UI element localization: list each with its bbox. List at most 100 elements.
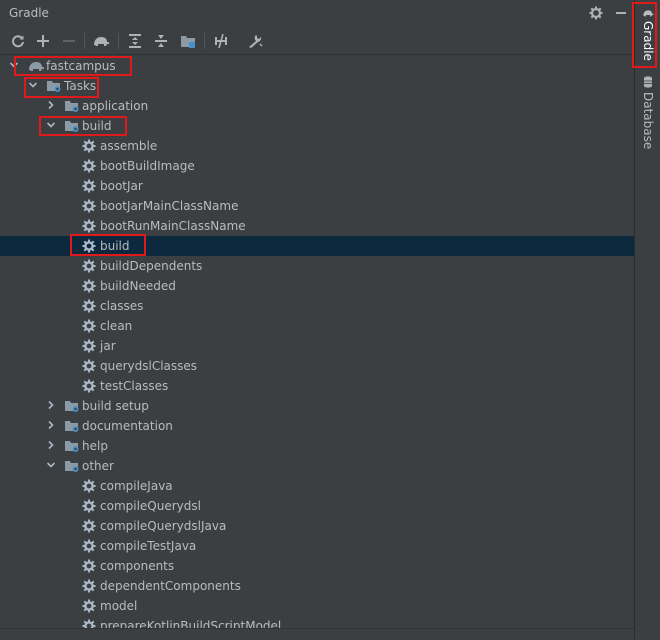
tree-task-item[interactable]: compileQuerydslJava	[0, 516, 634, 536]
tree-group-application[interactable]: application	[0, 96, 634, 116]
tree-item-label: bootBuildImage	[100, 159, 195, 173]
task-gear-icon	[82, 139, 98, 153]
folder-icon	[64, 399, 80, 413]
tree-task-item[interactable]: testClasses	[0, 376, 634, 396]
tool-window-title: Gradle	[9, 6, 49, 20]
tree-group-build-setup[interactable]: build setup	[0, 396, 634, 416]
remove-icon[interactable]	[59, 31, 79, 51]
tool-window-bottom-edge	[0, 628, 634, 640]
highlight-tasks	[24, 77, 99, 98]
folder-icon	[64, 439, 80, 453]
chevron-right-icon[interactable]	[46, 440, 56, 452]
tree-task-item[interactable]: jar	[0, 336, 634, 356]
tree-task-item[interactable]: model	[0, 596, 634, 616]
chevron-right-icon[interactable]	[46, 420, 56, 432]
tree-item-label: buildDependents	[100, 259, 203, 273]
task-gear-icon	[82, 539, 98, 553]
tree-task-item[interactable]: assemble	[0, 136, 634, 156]
tree-task-item[interactable]: compileTestJava	[0, 536, 634, 556]
tree-task-item[interactable]: clean	[0, 316, 634, 336]
tree-group-other[interactable]: other	[0, 456, 634, 476]
tree-item-label: bootRunMainClassName	[100, 219, 246, 233]
gear-icon[interactable]	[587, 4, 605, 22]
tree-task-item[interactable]: classes	[0, 296, 634, 316]
tool-window-header: Gradle	[0, 0, 634, 27]
tree-task-item[interactable]: bootJar	[0, 176, 634, 196]
task-gear-icon	[82, 279, 98, 293]
tree-item-label: compileTestJava	[100, 539, 197, 553]
tree-task-item[interactable]: buildDependents	[0, 256, 634, 276]
tree-item-label: clean	[100, 319, 133, 333]
tree-task-item[interactable]: bootBuildImage	[0, 156, 634, 176]
task-gear-icon	[82, 499, 98, 513]
tree-item-label: classes	[100, 299, 144, 313]
tab-database-label: Database	[641, 92, 655, 150]
tree-task-item[interactable]: bootJarMainClassName	[0, 196, 634, 216]
folder-icon	[64, 419, 80, 433]
tree-item-label: bootJarMainClassName	[100, 199, 239, 213]
chevron-right-icon[interactable]	[46, 100, 56, 112]
execute-task-icon[interactable]	[91, 31, 111, 51]
right-tool-window-bar: Gradle Database	[634, 0, 660, 639]
tab-database[interactable]: Database	[635, 76, 660, 150]
group-modules-icon[interactable]	[178, 31, 198, 51]
toolbar-separator	[118, 33, 119, 49]
minimize-icon[interactable]	[612, 4, 630, 22]
task-gear-icon	[82, 479, 98, 493]
expand-all-icon[interactable]	[125, 31, 145, 51]
tree-item-label: application	[82, 99, 149, 113]
tree-item-label: dependentComponents	[100, 579, 241, 593]
gradle-project-tree[interactable]: fastcampus Tasks application build assemble b…	[0, 55, 634, 639]
task-gear-icon	[82, 179, 98, 193]
tree-item-label: assemble	[100, 139, 158, 153]
add-icon[interactable]	[33, 31, 53, 51]
tree-task-item[interactable]: components	[0, 556, 634, 576]
chevron-right-icon[interactable]	[46, 400, 56, 412]
task-gear-icon	[82, 359, 98, 373]
task-gear-icon	[82, 379, 98, 393]
tree-item-label: bootJar	[100, 179, 143, 193]
task-gear-icon	[82, 339, 98, 353]
tree-item-label: help	[82, 439, 108, 453]
tree-task-item[interactable]: dependentComponents	[0, 576, 634, 596]
tree-item-label: buildNeeded	[100, 279, 176, 293]
tree-task-item[interactable]: buildNeeded	[0, 276, 634, 296]
task-gear-icon	[82, 579, 98, 593]
folder-icon	[64, 99, 80, 113]
tree-task-item[interactable]: bootRunMainClassName	[0, 216, 634, 236]
tree-item-label: testClasses	[100, 379, 169, 393]
build-tool-settings-icon[interactable]	[245, 31, 265, 51]
tree-item-label: other	[82, 459, 114, 473]
task-gear-icon	[82, 159, 98, 173]
toolbar-separator	[84, 33, 85, 49]
task-gear-icon	[82, 519, 98, 533]
toolbar-separator	[204, 33, 205, 49]
task-gear-icon	[82, 559, 98, 573]
tree-task-item[interactable]: compileJava	[0, 476, 634, 496]
tree-item-label: documentation	[82, 419, 173, 433]
task-gear-icon	[82, 259, 98, 273]
tree-item-label: querydslClasses	[100, 359, 198, 373]
tree-item-label: compileJava	[100, 479, 173, 493]
highlight-build-task	[70, 234, 146, 256]
gradle-toolbar	[0, 28, 634, 55]
task-gear-icon	[82, 599, 98, 613]
reload-all-icon[interactable]	[8, 31, 28, 51]
task-gear-icon	[82, 319, 98, 333]
tree-task-item[interactable]: compileQuerydsl	[0, 496, 634, 516]
tree-item-label: components	[100, 559, 175, 573]
tree-task-item[interactable]: querydslClasses	[0, 356, 634, 376]
collapse-all-icon[interactable]	[151, 31, 171, 51]
tree-group-documentation[interactable]: documentation	[0, 416, 634, 436]
highlight-build-group	[39, 116, 127, 136]
tree-group-help[interactable]: help	[0, 436, 634, 456]
tree-item-label: build setup	[82, 399, 149, 413]
chevron-down-icon[interactable]	[46, 460, 56, 472]
tree-item-label: model	[100, 599, 138, 613]
tree-item-label: jar	[100, 339, 116, 353]
highlight-root	[14, 56, 132, 76]
database-icon	[644, 76, 652, 88]
toggle-offline-icon[interactable]	[211, 31, 231, 51]
task-gear-icon	[82, 299, 98, 313]
folder-icon	[64, 459, 80, 473]
